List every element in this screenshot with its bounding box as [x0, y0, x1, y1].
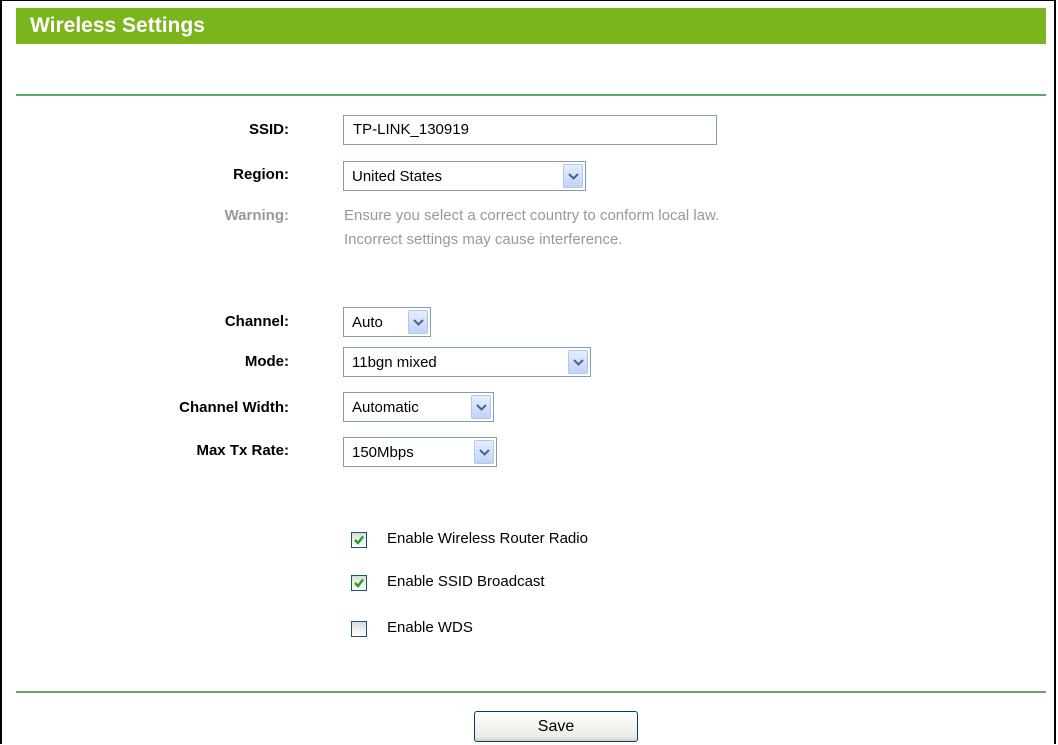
max-tx-rate-label: Max Tx Rate: — [196, 442, 289, 459]
channel-width-label: Channel Width: — [179, 399, 289, 416]
channel-label: Channel: — [224, 313, 289, 330]
checkmark-icon — [354, 578, 364, 588]
ssid-input[interactable]: TP-LINK_130919 — [343, 115, 717, 145]
title-bar: Wireless Settings — [16, 8, 1046, 44]
chevron-down-icon[interactable] — [563, 164, 583, 188]
settings-panel: Wireless Settings SSID: TP-LINK_130919 R… — [0, 0, 1056, 744]
enable-wds-label: Enable WDS — [387, 619, 473, 636]
chevron-down-icon[interactable] — [471, 395, 491, 419]
ssid-label: SSID: — [248, 121, 289, 138]
region-value: United States — [352, 168, 443, 185]
chevron-down-icon[interactable] — [474, 440, 494, 464]
max-tx-rate-value: 150Mbps — [352, 444, 414, 461]
enable-ssid-broadcast-checkbox[interactable] — [351, 575, 367, 591]
enable-wds-checkbox[interactable] — [351, 621, 367, 637]
chevron-down-icon[interactable] — [568, 350, 588, 374]
warning-text-line1: Ensure you select a correct country to c… — [344, 207, 720, 224]
channel-width-value: Automatic — [352, 399, 419, 416]
enable-ssid-broadcast-label: Enable SSID Broadcast — [387, 573, 545, 590]
region-label: Region: — [233, 166, 289, 183]
mode-select[interactable]: 11bgn mixed — [343, 347, 591, 377]
mode-label: Mode: — [244, 353, 289, 370]
channel-select[interactable]: Auto — [343, 307, 431, 337]
save-button[interactable]: Save — [474, 711, 638, 742]
checkmark-icon — [354, 535, 364, 545]
top-divider — [16, 94, 1046, 96]
region-select[interactable]: United States — [343, 161, 586, 191]
max-tx-rate-select[interactable]: 150Mbps — [343, 437, 497, 467]
channel-value: Auto — [352, 314, 383, 331]
enable-radio-checkbox[interactable] — [351, 532, 367, 548]
warning-text-line2: Incorrect settings may cause interferenc… — [344, 231, 623, 248]
channel-width-select[interactable]: Automatic — [343, 392, 494, 422]
page-title: Wireless Settings — [30, 14, 205, 37]
mode-value: 11bgn mixed — [352, 354, 437, 371]
warning-label: Warning: — [224, 207, 289, 224]
chevron-down-icon[interactable] — [408, 310, 428, 334]
bottom-divider — [16, 691, 1046, 693]
enable-radio-label: Enable Wireless Router Radio — [387, 530, 588, 547]
